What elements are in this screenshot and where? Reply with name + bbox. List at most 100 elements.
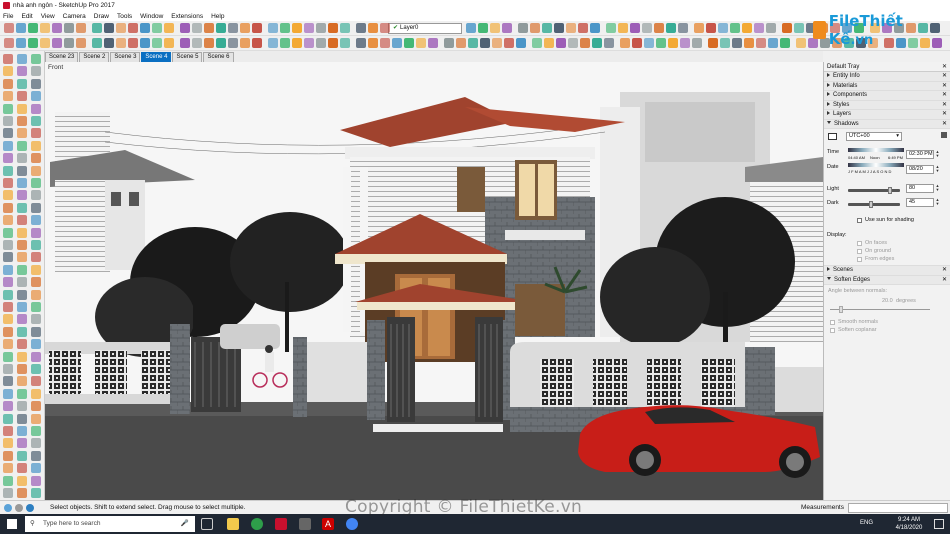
time-slider[interactable] [848,148,904,152]
tab-scene-6[interactable]: Scene 6 [203,52,234,62]
paint-tool-icon[interactable] [3,227,13,238]
circle-tool-icon[interactable] [3,240,13,250]
tape-tool-icon[interactable] [392,38,402,48]
spinner-icon[interactable]: ▲ ▼ [935,184,940,193]
line-tool-icon[interactable] [40,38,50,48]
rectangle-tool-icon[interactable] [3,401,13,412]
orbit-tool-icon[interactable] [17,351,27,362]
section-entity-info[interactable]: Entity Info ✕ [824,72,950,82]
paint-tool-icon[interactable] [532,38,542,48]
tape-tool-icon[interactable] [466,23,476,33]
camera-tool-icon[interactable] [17,116,27,126]
section-scenes[interactable]: Scenes ✕ [824,266,950,276]
camera-tool-icon[interactable] [31,277,41,288]
offset-tool-icon[interactable] [128,23,138,33]
circle-tool-icon[interactable] [568,38,578,48]
section-shadows[interactable]: Shadows ✕ [824,119,950,129]
offset-tool-icon[interactable] [632,38,642,48]
camera-tool-icon[interactable] [708,38,718,48]
paint-tool-icon[interactable] [3,475,13,486]
line-tool-icon[interactable] [292,23,302,33]
section-tool-icon[interactable] [31,450,41,461]
paint-tool-icon[interactable] [17,388,27,399]
move-tool-icon[interactable] [340,23,350,33]
text-tool-icon[interactable] [31,426,41,436]
select-tool-icon[interactable] [17,463,27,474]
walk-tool-icon[interactable] [17,202,27,213]
close-icon[interactable]: ✕ [942,110,947,119]
text-tool-icon[interactable] [17,264,27,275]
tab-scene-2[interactable]: Scene 2 [79,52,110,62]
axes-tool-icon[interactable] [17,376,27,387]
zoom-tool-icon[interactable] [766,23,776,33]
spinner-icon[interactable]: ▲ ▼ [935,165,940,174]
text-tool-icon[interactable] [152,38,162,48]
select-tool-icon[interactable] [4,23,14,33]
axes-tool-icon[interactable] [492,38,502,48]
menu-help[interactable]: Help [211,13,224,20]
circle-tool-icon[interactable] [31,314,41,325]
line-tool-icon[interactable] [3,66,13,77]
walk-tool-icon[interactable] [17,450,27,461]
move-tool-icon[interactable] [666,23,676,33]
move-tool-icon[interactable] [17,78,27,89]
rectangle-tool-icon[interactable] [630,23,640,33]
scale-tool-icon[interactable] [694,23,704,33]
help-icon[interactable] [26,504,34,512]
tape-tool-icon[interactable] [140,23,150,33]
push-pull-tool-icon[interactable] [328,23,338,33]
utc-select[interactable]: UTC+00 ▾ [846,132,902,141]
camera-tool-icon[interactable] [782,23,792,33]
pan-tool-icon[interactable] [428,38,438,48]
orbit-tool-icon[interactable] [490,23,500,33]
section-soften-edges[interactable]: Soften Edges ✕ [824,275,950,285]
microphone-icon[interactable]: 🎤 [181,516,189,532]
menu-tools[interactable]: Tools [117,13,132,20]
zoom-tool-icon[interactable] [31,190,41,201]
section-styles[interactable]: Styles ✕ [824,100,950,110]
paint-tool-icon[interactable] [280,38,290,48]
axes-tool-icon[interactable] [240,23,250,33]
circle-tool-icon[interactable] [3,488,13,498]
eraser-tool-icon[interactable] [268,23,278,33]
scale-tool-icon[interactable] [3,91,13,102]
orbit-tool-icon[interactable] [416,38,426,48]
eraser-tool-icon[interactable] [16,38,26,48]
push-pull-tool-icon[interactable] [17,488,27,498]
section-tool-icon[interactable] [554,23,564,33]
pan-tool-icon[interactable] [3,277,13,288]
pan-tool-icon[interactable] [31,351,41,362]
credits-icon[interactable] [15,504,23,512]
spinner-icon[interactable]: ▲ ▼ [935,150,940,159]
section-tool-icon[interactable] [17,289,27,300]
line-tool-icon[interactable] [31,388,41,399]
tape-tool-icon[interactable] [17,178,27,188]
axes-tool-icon[interactable] [566,23,576,33]
orbit-tool-icon[interactable] [3,438,13,449]
rotate-tool-icon[interactable] [104,23,114,33]
text-tool-icon[interactable] [3,103,13,114]
select-tool-icon[interactable] [252,23,262,33]
offset-tool-icon[interactable] [17,91,27,102]
push-pull-tool-icon[interactable] [654,23,664,33]
push-pull-tool-icon[interactable] [76,23,86,33]
select-tool-icon[interactable] [4,38,14,48]
scale-tool-icon[interactable] [31,413,41,424]
eraser-tool-icon[interactable] [590,23,600,33]
circle-tool-icon[interactable] [17,401,27,412]
move-tool-icon[interactable] [340,38,350,48]
dark-field[interactable]: 45 [906,198,934,207]
offset-tool-icon[interactable] [3,178,13,188]
close-icon[interactable]: ✕ [942,276,947,285]
eraser-tool-icon[interactable] [3,388,13,399]
zoom-tool-icon[interactable] [3,116,13,126]
push-pull-tool-icon[interactable] [17,240,27,250]
offset-tool-icon[interactable] [706,23,716,33]
app-icon[interactable] [299,518,311,530]
scale-tool-icon[interactable] [17,252,27,263]
menu-window[interactable]: Window [140,13,163,20]
orbit-tool-icon[interactable] [668,38,678,48]
paint-tool-icon[interactable] [28,38,38,48]
rectangle-tool-icon[interactable] [17,66,27,77]
zoom-tool-icon[interactable] [31,438,41,449]
